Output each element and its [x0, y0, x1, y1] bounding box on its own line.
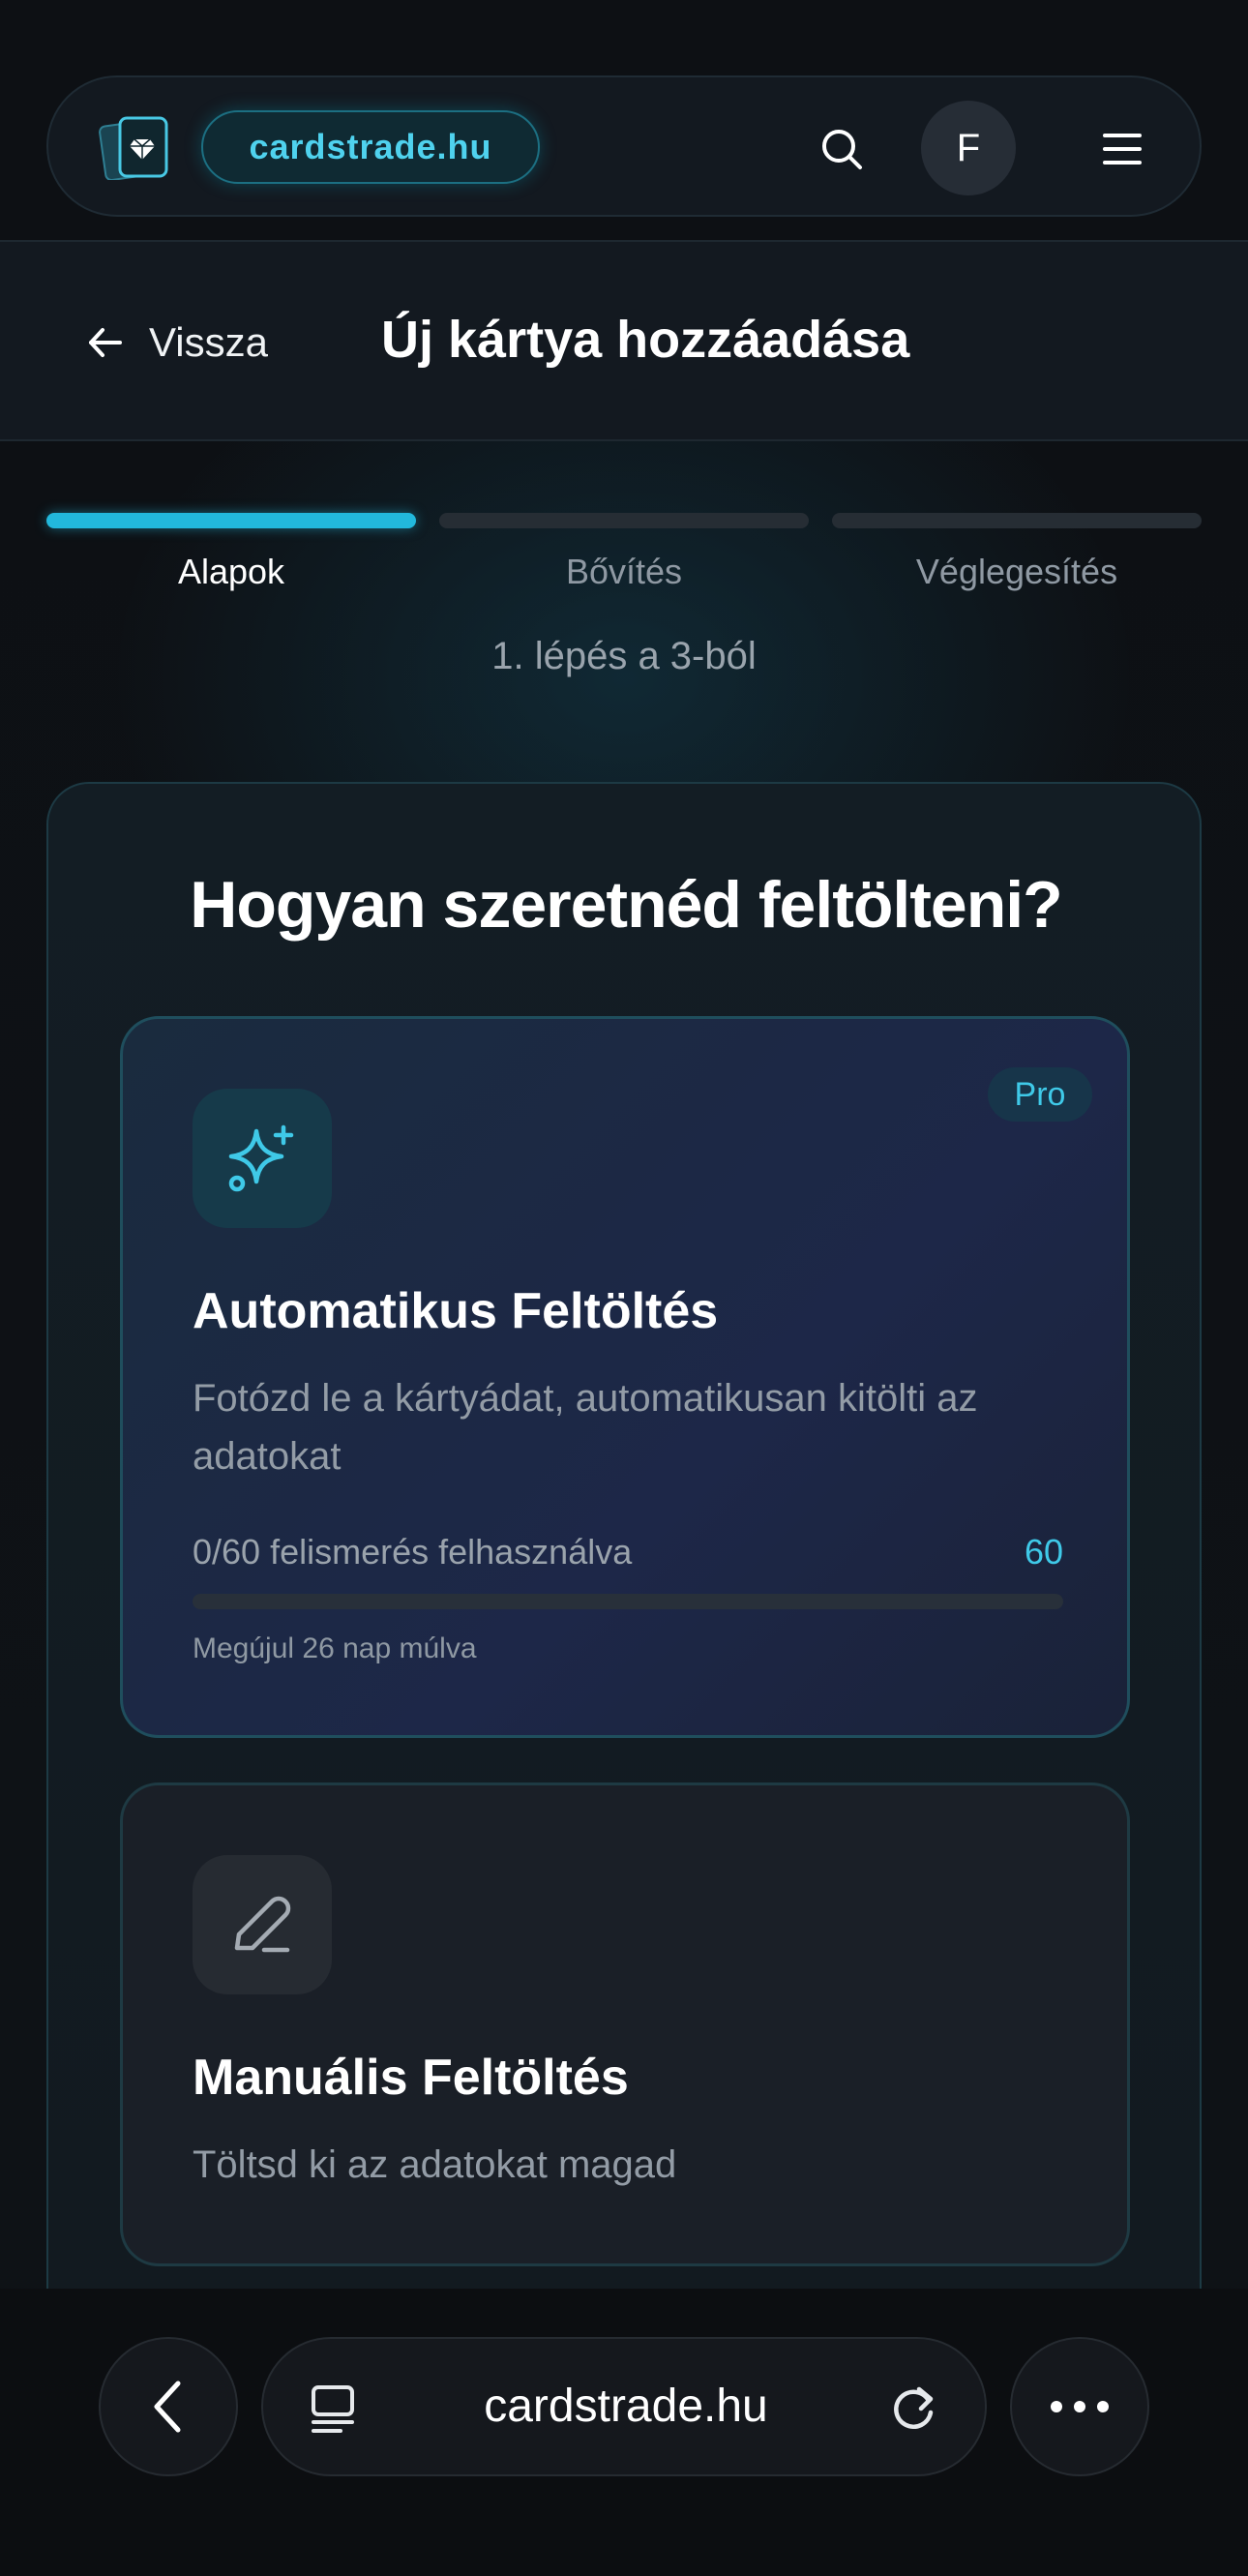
auto-upload-title: Automatikus Feltöltés [193, 1283, 719, 1339]
step-bar-3 [832, 513, 1202, 528]
browser-toolbar: cardstrade.hu [0, 2289, 1248, 2576]
browser-back-button[interactable] [99, 2337, 238, 2476]
sparkles-icon [193, 1089, 332, 1228]
auto-upload-description: Fotózd le a kártyádat, automatikusan kit… [193, 1377, 978, 1478]
back-button[interactable]: Vissza [85, 315, 268, 370]
url-text: cardstrade.hu [484, 2381, 768, 2432]
manual-upload-option[interactable]: Manuális Feltöltés Töltsd ki az adatokat… [120, 1782, 1130, 2266]
upload-method-card: Hogyan szeretnéd feltölteni? Pro Automat… [46, 782, 1202, 2330]
reload-icon[interactable] [884, 2380, 942, 2438]
chevron-left-icon [154, 2381, 181, 2433]
usage-limit: 60 [1024, 1532, 1063, 1572]
auto-upload-option[interactable]: Pro Automatikus Feltöltés Fotózd le a ká… [120, 1016, 1130, 1738]
card-diamond-icon[interactable] [99, 116, 170, 182]
back-label: Vissza [149, 319, 268, 365]
manual-upload-description: Töltsd ki az adatokat magad [193, 2143, 677, 2186]
step-label-bovites: Bővítés [565, 552, 683, 591]
renew-text: Megújul 26 nap múlva [193, 1632, 477, 1664]
usage-text: 0/60 felismerés felhasználva [193, 1532, 633, 1572]
step-bar-1 [46, 513, 416, 528]
address-bar[interactable]: cardstrade.hu [261, 2337, 987, 2476]
pencil-icon [193, 1855, 332, 1994]
step-label-alapok: Alapok [177, 552, 285, 591]
step-counter: 1. lépés a 3-ból [491, 635, 757, 677]
usage-progress-bar [193, 1594, 1063, 1609]
main-heading: Hogyan szeretnéd feltölteni? [190, 868, 1062, 942]
step-label-veglegesites: Véglegesítés [915, 552, 1118, 591]
page-title: Új kártya hozzáadása [381, 311, 910, 369]
hamburger-icon[interactable] [1093, 120, 1151, 178]
search-icon[interactable] [813, 120, 871, 178]
page-header: Vissza Új kártya hozzáadása [0, 240, 1248, 441]
usage-row: 0/60 felismerés felhasználva 60 [193, 1532, 1063, 1573]
avatar[interactable]: F [921, 101, 1016, 195]
manual-upload-title: Manuális Feltöltés [193, 2050, 629, 2106]
brand-pill[interactable]: cardstrade.hu [201, 110, 540, 184]
more-options-button[interactable] [1010, 2337, 1149, 2476]
pro-badge: Pro [988, 1067, 1092, 1122]
arrow-left-icon [89, 328, 122, 357]
ellipsis-icon [1051, 2401, 1109, 2412]
top-navbar: cardstrade.hu F [46, 75, 1202, 217]
step-bar-2 [439, 513, 809, 528]
